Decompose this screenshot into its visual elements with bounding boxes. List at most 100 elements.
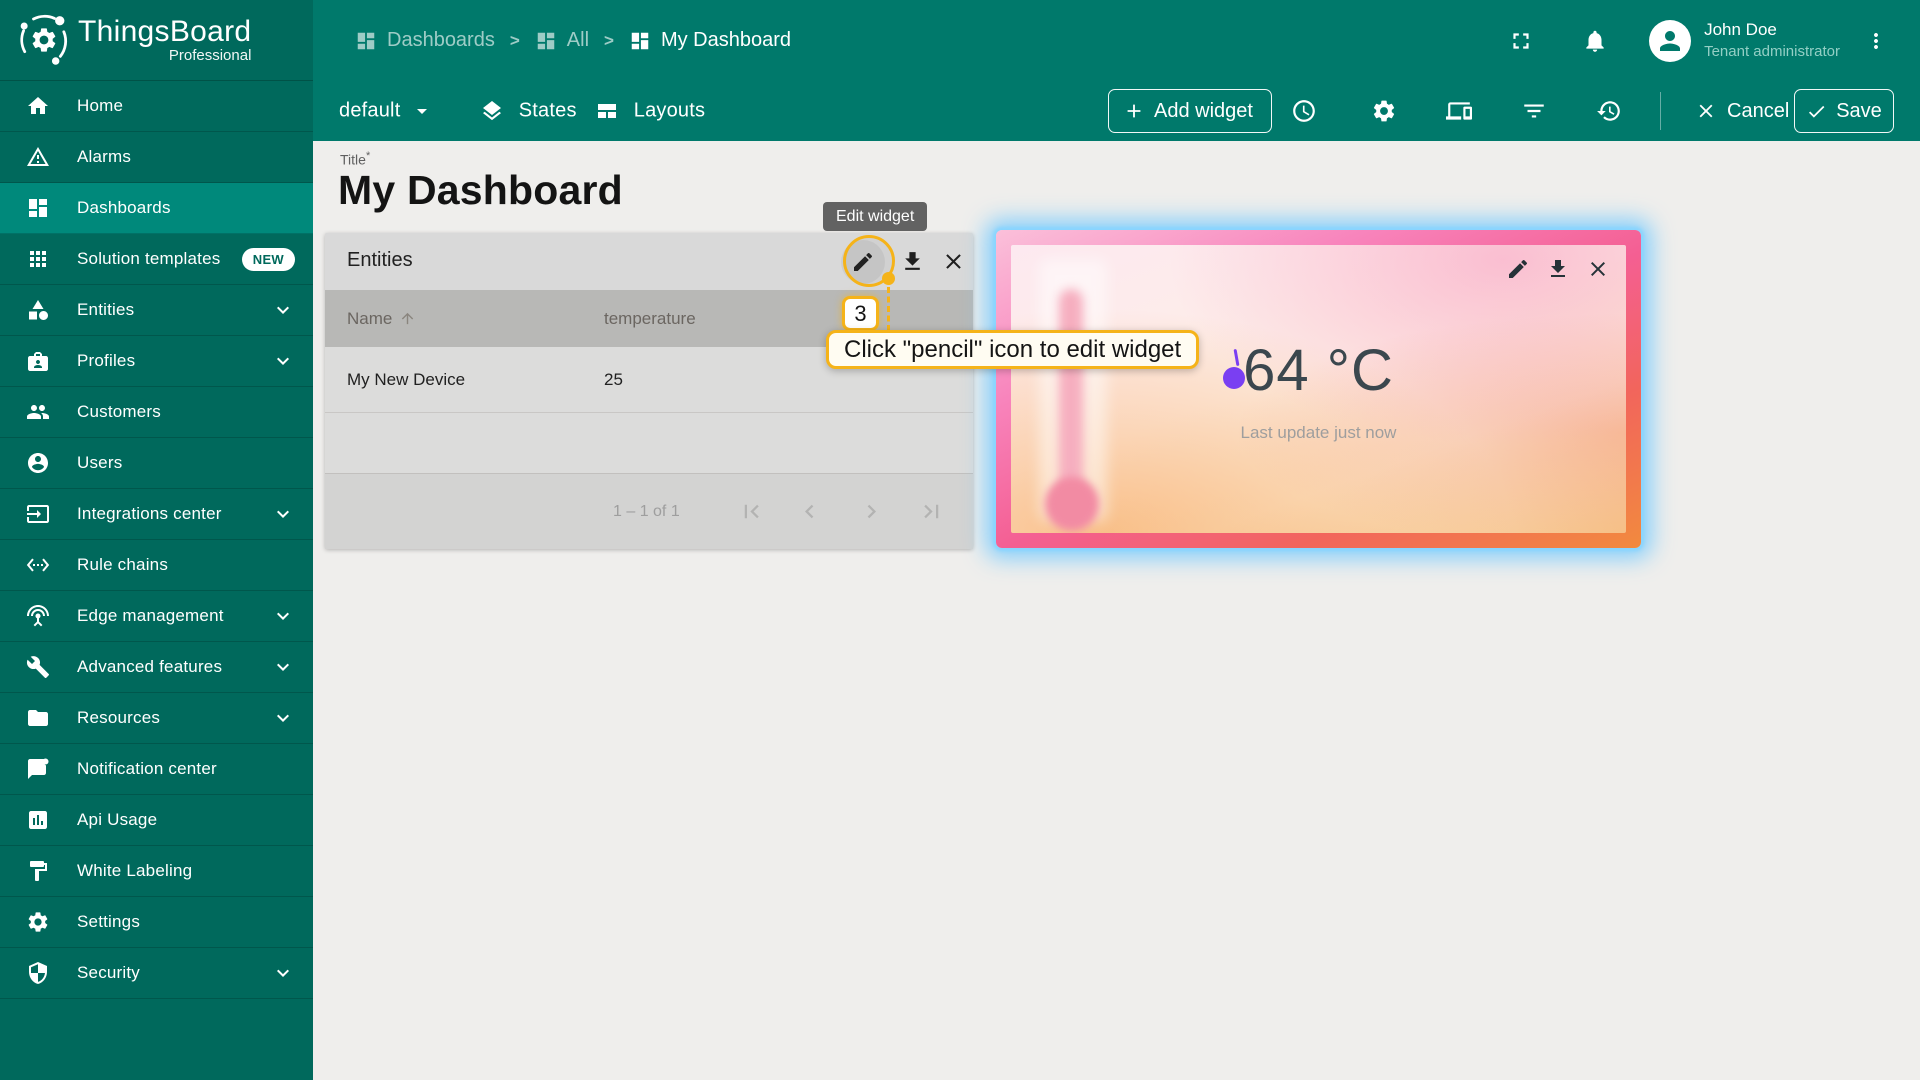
dashboard-title-input[interactable]: My Dashboard	[338, 167, 623, 214]
last-page-button[interactable]	[918, 498, 946, 526]
gear-icon	[1371, 98, 1397, 124]
sidebar-item-label: Solution templates	[77, 249, 221, 268]
logo[interactable]: ThingsBoard Professional	[0, 0, 313, 81]
tools-icon	[26, 655, 50, 679]
dashboard-icon	[355, 30, 377, 52]
sidebar-item-label: White Labeling	[77, 861, 193, 880]
sidebar-item-settings[interactable]: Settings	[0, 897, 313, 948]
user-role: Tenant administrator	[1704, 43, 1840, 61]
avatar[interactable]	[1649, 19, 1692, 62]
cancel-button[interactable]: Cancel	[1685, 89, 1799, 133]
sidebar-item-label: Settings	[77, 912, 141, 931]
previous-page-button[interactable]	[796, 498, 824, 526]
column-header-temperature[interactable]: temperature	[604, 290, 696, 347]
sidebar-item-integrations-center[interactable]: Integrations center	[0, 489, 313, 540]
sidebar-item-alarms[interactable]: Alarms	[0, 132, 313, 183]
sidebar-item-label: Users	[77, 453, 123, 472]
sidebar-item-label: Resources	[77, 708, 161, 727]
sidebar-item-label: Customers	[77, 402, 161, 421]
states-button[interactable]: States	[480, 99, 577, 123]
sidebar-item-users[interactable]: Users	[0, 438, 313, 489]
close-icon	[1695, 100, 1717, 122]
sidebar-item-label: Home	[77, 96, 124, 115]
sidebar-item-security[interactable]: Security	[0, 948, 313, 999]
dashboard-settings-button[interactable]	[1363, 90, 1405, 132]
sidebar-item-label: Entities	[77, 300, 135, 319]
category-icon	[26, 298, 50, 322]
breadcrumb-my-dashboard: My Dashboard	[629, 29, 791, 52]
timewindow-button[interactable]	[1283, 90, 1325, 132]
sidebar-item-edge-management[interactable]: Edge management	[0, 591, 313, 642]
first-page-icon	[738, 498, 765, 525]
sidebar-item-white-labeling[interactable]: White Labeling	[0, 846, 313, 897]
save-label: Save	[1836, 99, 1882, 122]
sidebar-item-rule-chains[interactable]: Rule chains	[0, 540, 313, 591]
sidebar-item-resources[interactable]: Resources	[0, 693, 313, 744]
pagination-range-label: 1 – 1 of 1	[613, 503, 680, 520]
layouts-button[interactable]: Layouts	[595, 99, 705, 123]
temperature-widget[interactable]: 64 °C Last update just now	[996, 230, 1641, 548]
user-menu[interactable]: John Doe Tenant administrator	[1704, 19, 1840, 62]
sidebar-item-notification-center[interactable]: Notification center	[0, 744, 313, 795]
sidebar-item-entities[interactable]: Entities	[0, 285, 313, 336]
column-label: temperature	[604, 308, 696, 328]
bell-icon	[1582, 28, 1608, 54]
chart-box-icon	[26, 808, 50, 832]
column-label: Name	[347, 308, 393, 328]
notifications-button[interactable]	[1573, 19, 1617, 63]
sidebar-item-customers[interactable]: Customers	[0, 387, 313, 438]
first-page-button[interactable]	[738, 498, 766, 526]
version-history-button[interactable]	[1588, 90, 1630, 132]
clock-icon	[1291, 98, 1317, 124]
close-icon[interactable]	[1586, 257, 1610, 281]
sidebar-item-solution-templates[interactable]: Solution templates NEW	[0, 234, 313, 285]
dropdown-arrow-icon	[410, 99, 434, 123]
chevron-down-icon	[271, 502, 295, 526]
pencil-icon[interactable]	[1506, 257, 1530, 281]
topbar-right: John Doe Tenant administrator	[1499, 0, 1920, 81]
next-page-button[interactable]	[858, 498, 886, 526]
apps-icon	[26, 247, 50, 271]
dashboard-icon	[535, 30, 557, 52]
download-icon[interactable]	[1546, 257, 1570, 281]
check-icon	[1806, 101, 1827, 122]
sidebar-item-profiles[interactable]: Profiles	[0, 336, 313, 387]
account-circle-icon	[26, 451, 50, 475]
logo-text: ThingsBoard Professional	[78, 16, 251, 65]
shield-icon	[26, 961, 50, 985]
temperature-value: 64 °C	[1243, 338, 1394, 403]
breadcrumb-dashboards[interactable]: Dashboards	[355, 29, 495, 52]
thermometer-bulb	[1045, 477, 1099, 531]
sidebar-item-dashboards[interactable]: Dashboards	[0, 183, 313, 234]
more-menu-button[interactable]	[1854, 19, 1898, 63]
history-icon	[1596, 98, 1622, 124]
export-widget-button[interactable]	[900, 249, 926, 275]
badge-icon	[26, 349, 50, 373]
last-update-label: Last update just now	[1240, 423, 1397, 442]
sidebar-item-label: Dashboards	[77, 198, 171, 217]
remove-widget-button[interactable]	[941, 249, 967, 275]
folder-icon	[26, 706, 50, 730]
sidebar-item-label: Advanced features	[77, 657, 223, 676]
sidebar-item-api-usage[interactable]: Api Usage	[0, 795, 313, 846]
sidebar-item-advanced-features[interactable]: Advanced features	[0, 642, 313, 693]
user-name: John Doe	[1704, 20, 1777, 39]
breadcrumb-all[interactable]: All	[535, 29, 589, 52]
breadcrumb-label: Dashboards	[387, 29, 495, 51]
column-header-name[interactable]: Name	[347, 290, 416, 347]
home-icon	[26, 94, 50, 118]
people-icon	[26, 400, 50, 424]
sidebar-item-home[interactable]: Home	[0, 81, 313, 132]
filters-button[interactable]	[1513, 90, 1555, 132]
state-selector[interactable]: default	[339, 99, 443, 123]
sidebar-nav: Home Alarms Dashboards Solution template…	[0, 81, 313, 999]
edit-widget-tooltip: Edit widget	[823, 202, 928, 231]
save-button[interactable]: Save	[1794, 89, 1894, 133]
fullscreen-button[interactable]	[1499, 19, 1543, 63]
dashboard-icon	[629, 30, 651, 52]
thingsboard-logo-icon	[16, 12, 72, 68]
entity-aliases-button[interactable]	[1438, 90, 1480, 132]
states-label: States	[518, 99, 577, 122]
add-widget-button[interactable]: Add widget	[1108, 89, 1272, 133]
chevron-down-icon	[271, 349, 295, 373]
